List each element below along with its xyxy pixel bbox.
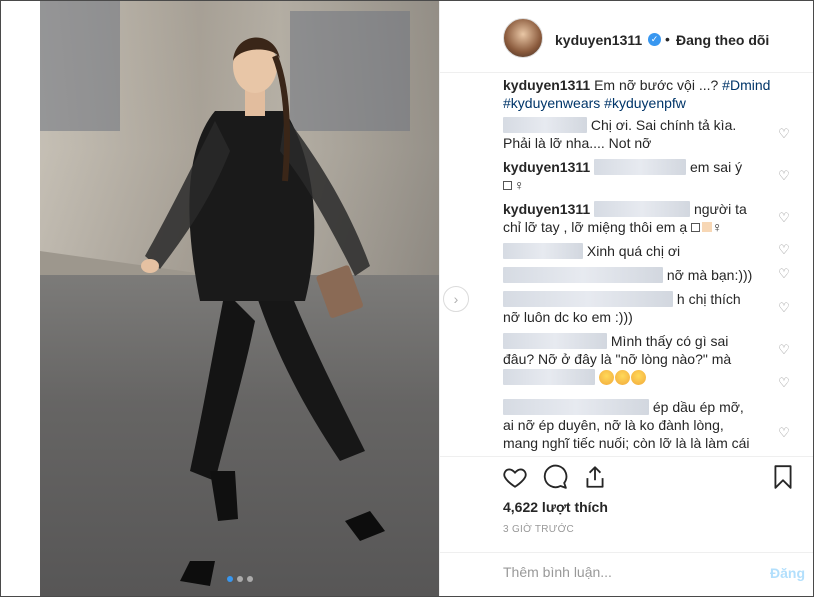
share-icon[interactable] xyxy=(582,464,608,490)
hashtag[interactable]: #Dmind xyxy=(722,77,770,93)
smile-emoji-icon xyxy=(630,370,646,385)
comment-username[interactable]: kyduyen1311 xyxy=(503,201,590,217)
comment-item: Xinh quá chị ơi xyxy=(503,242,793,260)
header-username[interactable]: kyduyen1311 xyxy=(555,32,642,48)
blurred-text xyxy=(594,201,691,217)
comment-text: đâu? Nỡ ở đây là "nỡ lòng nào?" mà xyxy=(503,351,732,367)
carousel-dot xyxy=(246,576,253,582)
comment-item: kyduyen1311 người ta chỉ lỡ tay , lỡ miệ… xyxy=(503,200,793,236)
comment-item: kyduyen1311 em sai ý ♀ xyxy=(503,158,793,194)
comment-username[interactable]: kyduyen1311 xyxy=(503,159,590,175)
comment-username[interactable]: kyduyen1311 xyxy=(503,77,590,93)
comment-text: Em nỡ bước vội ...? xyxy=(594,77,719,93)
comment-icon[interactable] xyxy=(542,464,568,490)
comment-text: nỡ luôn dc ko em :))) xyxy=(503,309,633,325)
comment-text: chỉ lỡ tay , lỡ miệng thôi em ạ xyxy=(503,219,688,235)
hashtag[interactable]: #kyduyenpfw xyxy=(604,95,686,111)
avatar[interactable] xyxy=(503,18,543,58)
likes-count[interactable]: 4,622 lượt thích xyxy=(503,499,608,515)
follow-status[interactable]: Đang theo dõi xyxy=(676,32,769,48)
heart-icon[interactable]: ♡ xyxy=(777,127,791,141)
blurred-text xyxy=(503,399,649,415)
smile-emoji-icon xyxy=(614,370,630,385)
skin-tone-icon xyxy=(702,222,712,232)
comment-text: người ta xyxy=(693,201,747,217)
heart-icon[interactable]: ♡ xyxy=(777,301,791,315)
comment-text: ai nỡ ép duyên, nỡ là ko đành lòng, xyxy=(503,417,724,433)
blurred-username xyxy=(503,117,587,133)
comment-text: Xinh quá chị ơi xyxy=(586,243,681,259)
blurred-text xyxy=(503,267,663,283)
hashtag[interactable]: #kyduyenwears xyxy=(503,95,600,111)
post-button[interactable]: Đăng xyxy=(770,565,805,581)
comment-item: h chị thích nỡ luôn dc ko em :))) xyxy=(503,290,793,326)
bookmark-icon[interactable] xyxy=(770,464,796,490)
comment-item: ép dầu ép mỡ, ai nỡ ép duyên, nỡ là ko đ… xyxy=(503,398,793,452)
comment-text: Chị ơi. Sai chính tả kìa. xyxy=(590,117,737,133)
comment-item: Chị ơi. Sai chính tả kìa. Phải là lỡ nha… xyxy=(503,116,793,152)
comment-text: h chị thích xyxy=(676,291,741,307)
post-timestamp[interactable]: 3 GIỜ TRƯỚC xyxy=(503,524,574,535)
blurred-text xyxy=(594,159,687,175)
comment-text: Phải là lỡ nha.... Not nỡ xyxy=(503,135,652,151)
heart-icon[interactable] xyxy=(502,464,528,490)
blurred-username xyxy=(503,333,607,349)
comment-input[interactable] xyxy=(503,564,733,580)
comment-text: mang nghĩ tiếc nuối; còn lỡ là là làm cá… xyxy=(503,435,750,451)
heart-icon[interactable]: ♡ xyxy=(777,426,791,440)
unknown-glyph-icon xyxy=(503,181,512,190)
smile-emoji-icon xyxy=(598,370,614,385)
unknown-glyph-icon xyxy=(691,223,700,232)
verified-icon: ✓ xyxy=(648,33,661,46)
carousel-dot xyxy=(236,576,243,582)
heart-icon[interactable]: ♡ xyxy=(777,243,791,257)
heart-icon[interactable]: ♡ xyxy=(777,211,791,225)
comment-text: em sai ý xyxy=(689,159,743,175)
carousel-indicator xyxy=(226,576,253,582)
divider xyxy=(440,552,813,553)
female-sign-icon: ♀ xyxy=(514,177,525,193)
comment-text: ép dầu ép mỡ, xyxy=(652,399,744,415)
female-sign-icon: ♀ xyxy=(712,219,723,235)
comment-text: Mình thấy có gì sai xyxy=(610,333,729,349)
blurred-text xyxy=(503,369,595,385)
blurred-username xyxy=(503,243,583,259)
post-photo[interactable] xyxy=(40,1,439,596)
blurred-text xyxy=(503,291,673,307)
heart-icon[interactable]: ♡ xyxy=(777,267,791,281)
comment-text: nỡ mà bạn:))) xyxy=(666,267,753,283)
comment-item: Mình thấy có gì sai đâu? Nỡ ở đây là "nỡ… xyxy=(503,332,793,386)
carousel-dot xyxy=(226,576,233,582)
comment-item: nỡ mà bạn:))) xyxy=(503,266,793,284)
model-figure xyxy=(141,37,385,586)
header-separator: • xyxy=(665,31,670,47)
heart-icon[interactable]: ♡ xyxy=(777,343,791,357)
heart-icon[interactable]: ♡ xyxy=(777,376,791,390)
heart-icon[interactable]: ♡ xyxy=(777,169,791,183)
divider xyxy=(440,456,813,457)
comment-item: kyduyen1311 Em nỡ bước vội ...? #Dmind #… xyxy=(503,76,793,112)
